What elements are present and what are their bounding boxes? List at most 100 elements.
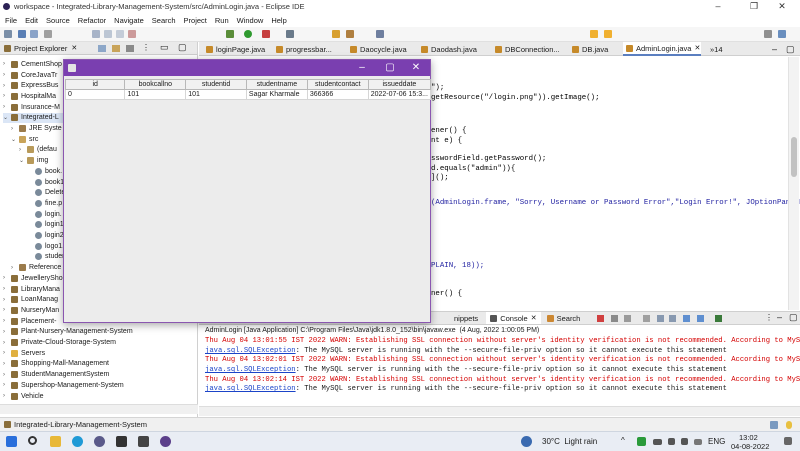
new-java-project-icon[interactable] [332, 30, 340, 38]
print-icon[interactable] [44, 30, 52, 38]
forward-icon[interactable] [604, 30, 612, 38]
minimize-view-icon[interactable]: ▭ [160, 42, 169, 53]
battery-icon[interactable] [653, 439, 662, 445]
terminate-icon[interactable] [597, 315, 604, 322]
tree-item[interactable]: › Shopping-Mall-Management [3, 359, 109, 370]
tree-item[interactable]: ⌄ img [19, 155, 48, 166]
column-header-studentcontact[interactable]: studentcontact [306, 79, 369, 90]
save-icon[interactable] [18, 30, 26, 38]
tab-dbconnection[interactable]: DBConnection... [492, 42, 560, 56]
weather-icon[interactable] [521, 436, 532, 447]
tree-item[interactable]: › Insurance-M [3, 102, 60, 113]
tree-item[interactable]: › CementShop [3, 59, 62, 70]
console-app-icon[interactable] [138, 436, 149, 447]
tree-item-selected[interactable]: ⌄ Integrated-L [3, 112, 63, 124]
chrome-icon[interactable] [94, 436, 105, 447]
word-wrap-icon[interactable] [669, 315, 676, 322]
collapse-all-icon[interactable] [98, 45, 106, 52]
tab-db[interactable]: DB.java [569, 42, 608, 56]
tab-overflow[interactable]: »14 [707, 42, 723, 56]
menu-file[interactable]: File [5, 16, 17, 25]
display-console-icon[interactable] [697, 315, 704, 322]
tree-item[interactable]: › NurseryMan [3, 305, 59, 316]
search-icon[interactable] [28, 436, 37, 445]
scroll-lock-icon[interactable] [657, 315, 664, 322]
tree-item[interactable]: › ExpressBus [3, 80, 58, 91]
column-header-studentname[interactable]: studentname [245, 79, 308, 90]
table-cell[interactable]: 101 [124, 89, 187, 100]
table-cell[interactable]: 2022-07-06 15:3... [367, 89, 432, 100]
minimize-button[interactable]: – [700, 0, 736, 13]
exception-link[interactable]: java.sql.SQLException [205, 347, 296, 355]
tree-item[interactable]: book1 [35, 177, 64, 188]
tab-loginpage[interactable]: loginPage.java [203, 42, 265, 56]
pin-console-icon[interactable] [683, 315, 690, 322]
explorer-hscrollbar[interactable] [0, 404, 198, 414]
open-perspective-icon[interactable] [764, 30, 772, 38]
menu-help[interactable]: Help [271, 16, 286, 25]
close-tab-icon[interactable]: ✕ [531, 314, 537, 322]
table-row[interactable]: 0 101 101 Sagar Kharmale 366366 2022-07-… [64, 89, 432, 100]
back-icon[interactable] [590, 30, 598, 38]
exception-link[interactable]: java.sql.SQLException [205, 385, 296, 393]
tree-item[interactable]: › Reference [11, 262, 61, 273]
column-header-issueddate[interactable]: issueddate [367, 79, 432, 90]
tree-item[interactable]: › CoreJavaTr [3, 70, 57, 81]
close-view-icon[interactable]: ✕ [71, 44, 77, 52]
tree-item[interactable]: › JewelleryShop [3, 273, 67, 284]
chevron-up-icon[interactable]: ^ [621, 436, 625, 445]
tree-item[interactable]: › (defau [19, 145, 57, 156]
tab-snippets[interactable]: nippets [454, 314, 478, 323]
clock-date[interactable]: 04-08-2022 [731, 442, 769, 451]
console-hscrollbar[interactable] [199, 406, 800, 416]
menu-search[interactable]: Search [152, 16, 176, 25]
tab-search[interactable]: Search [546, 314, 580, 323]
clock-time[interactable]: 13:02 [739, 433, 758, 442]
file-explorer-icon[interactable] [50, 436, 61, 447]
minimize-editor-icon[interactable]: – [769, 42, 777, 56]
tree-item[interactable]: › HospitalMa [3, 91, 56, 102]
tab-progressbar[interactable]: progressbar... [273, 42, 332, 56]
tree-item[interactable]: › Vehicle [3, 391, 44, 402]
debug-icon[interactable] [226, 30, 234, 38]
save-all-icon[interactable] [30, 30, 38, 38]
close-tab-icon[interactable]: ✕ [694, 44, 700, 52]
open-type-icon[interactable] [346, 30, 354, 38]
tree-item[interactable]: › JRE Syste [11, 123, 62, 134]
network-icon[interactable] [681, 438, 688, 445]
tree-item[interactable]: › LibraryMana [3, 284, 60, 295]
tree-item[interactable]: › Plant-Nursery-Management-System [3, 327, 133, 338]
tree-item[interactable]: book. [35, 166, 62, 177]
terminal-icon[interactable] [116, 436, 127, 447]
start-icon[interactable] [6, 436, 17, 447]
column-header-bookcallno[interactable]: bookcallno [124, 79, 187, 90]
tree-item[interactable]: login2 [35, 230, 64, 241]
dialog-close-button[interactable]: ✕ [402, 60, 430, 76]
remove-launch-icon[interactable] [611, 315, 618, 322]
tree-item[interactable]: login1 [35, 220, 64, 231]
minimize-view-icon[interactable]: – [777, 312, 782, 322]
tip-icon[interactable] [786, 421, 792, 429]
close-button[interactable]: ✕ [764, 0, 800, 13]
eclipse-icon[interactable] [160, 436, 171, 447]
tree-item[interactable]: login. [35, 209, 62, 220]
menu-source[interactable]: Source [46, 16, 70, 25]
edge-icon[interactable] [72, 436, 83, 447]
tab-console[interactable]: Console ✕ [486, 312, 541, 324]
tree-item[interactable]: › LoanManag [3, 294, 58, 305]
menu-edit[interactable]: Edit [25, 16, 38, 25]
coverage-icon[interactable] [262, 30, 270, 38]
tab-adminlogin[interactable]: AdminLogin.java ✕ [623, 42, 701, 56]
clear-console-icon[interactable] [643, 315, 650, 322]
menu-window[interactable]: Window [237, 16, 264, 25]
view-menu-icon[interactable]: ⋮ [142, 43, 150, 52]
dialog-maximize-button[interactable]: ▢ [376, 60, 404, 76]
run-icon[interactable] [244, 30, 252, 38]
weather-text[interactable]: 30°C Light rain [542, 437, 597, 446]
external-tools-icon[interactable] [286, 30, 294, 38]
maximize-view-icon[interactable]: ▢ [789, 312, 798, 323]
tree-item[interactable]: › Servers [3, 348, 45, 359]
menu-refactor[interactable]: Refactor [78, 16, 106, 25]
language-indicator[interactable]: ENG [708, 437, 725, 446]
column-header-id[interactable]: id [64, 79, 126, 90]
